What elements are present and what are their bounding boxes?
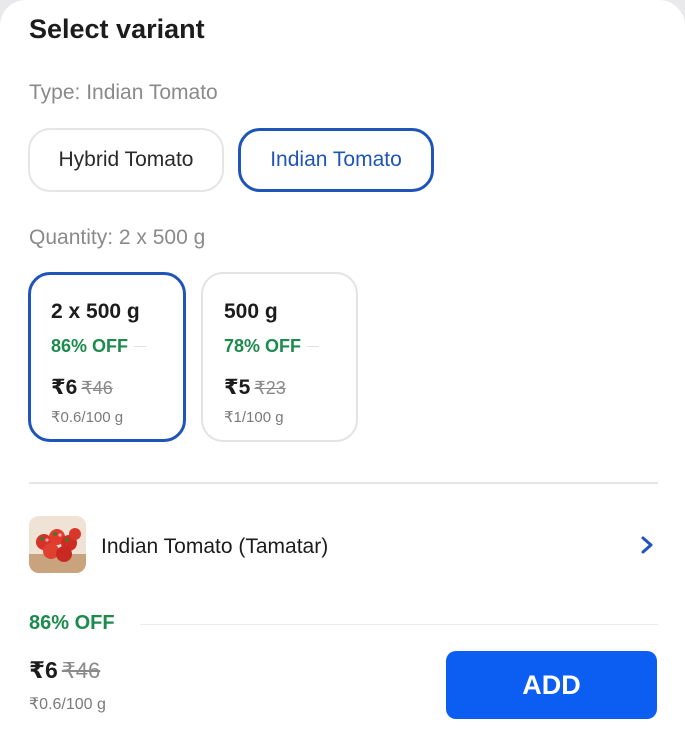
- unit-price: ₹1/100 g: [224, 409, 284, 426]
- quantity-option-discount: 86% OFF: [51, 336, 147, 357]
- product-details-row[interactable]: Indian Tomato (Tamatar): [29, 516, 658, 574]
- section-divider: [29, 482, 658, 484]
- footer-price: ₹6 ₹46: [29, 657, 100, 684]
- footer-unit-price: ₹0.6/100 g: [29, 696, 106, 713]
- product-name: Indian Tomato (Tamatar): [101, 535, 329, 558]
- type-option-label: Hybrid Tomato: [58, 148, 194, 171]
- divider: [307, 346, 320, 347]
- quantity-label: Quantity: 2 x 500 g: [29, 226, 206, 249]
- selling-price: ₹6: [51, 376, 78, 399]
- footer-divider-line: [140, 624, 658, 625]
- quantity-option-500g[interactable]: 500 g 78% OFF ₹5 ₹23 ₹1/100 g: [201, 272, 358, 442]
- unit-price: ₹0.6/100 g: [51, 409, 124, 426]
- quantity-option-name: 500 g: [224, 300, 278, 323]
- divider: [134, 346, 147, 347]
- discount-text: 86% OFF: [51, 336, 129, 356]
- add-button[interactable]: ADD: [446, 651, 657, 719]
- variant-bottom-sheet: Select variant Type: Indian Tomato Hybri…: [0, 0, 685, 734]
- selling-price: ₹6: [29, 657, 58, 683]
- discount-text: 78% OFF: [224, 336, 302, 356]
- quantity-option-2x500g[interactable]: 2 x 500 g 86% OFF ₹6 ₹46 ₹0.6/100 g: [28, 272, 186, 442]
- quantity-option-name: 2 x 500 g: [51, 300, 140, 323]
- selling-price: ₹5: [224, 376, 251, 399]
- type-option-hybrid-tomato[interactable]: Hybrid Tomato: [28, 128, 224, 192]
- footer-discount: 86% OFF: [29, 612, 115, 634]
- sheet-title: Select variant: [29, 14, 205, 44]
- mrp-price: ₹23: [254, 378, 286, 398]
- type-option-label: Indian Tomato: [270, 148, 402, 171]
- quantity-option-price: ₹5 ₹23: [224, 375, 286, 400]
- quantity-option-price: ₹6 ₹46: [51, 375, 113, 400]
- quantity-option-discount: 78% OFF: [224, 336, 320, 357]
- type-option-indian-tomato[interactable]: Indian Tomato: [238, 128, 434, 192]
- chevron-right-icon: [641, 536, 653, 554]
- mrp-price: ₹46: [81, 378, 113, 398]
- tomato-image: [29, 516, 86, 573]
- type-label: Type: Indian Tomato: [29, 81, 218, 104]
- mrp-price: ₹46: [61, 658, 101, 683]
